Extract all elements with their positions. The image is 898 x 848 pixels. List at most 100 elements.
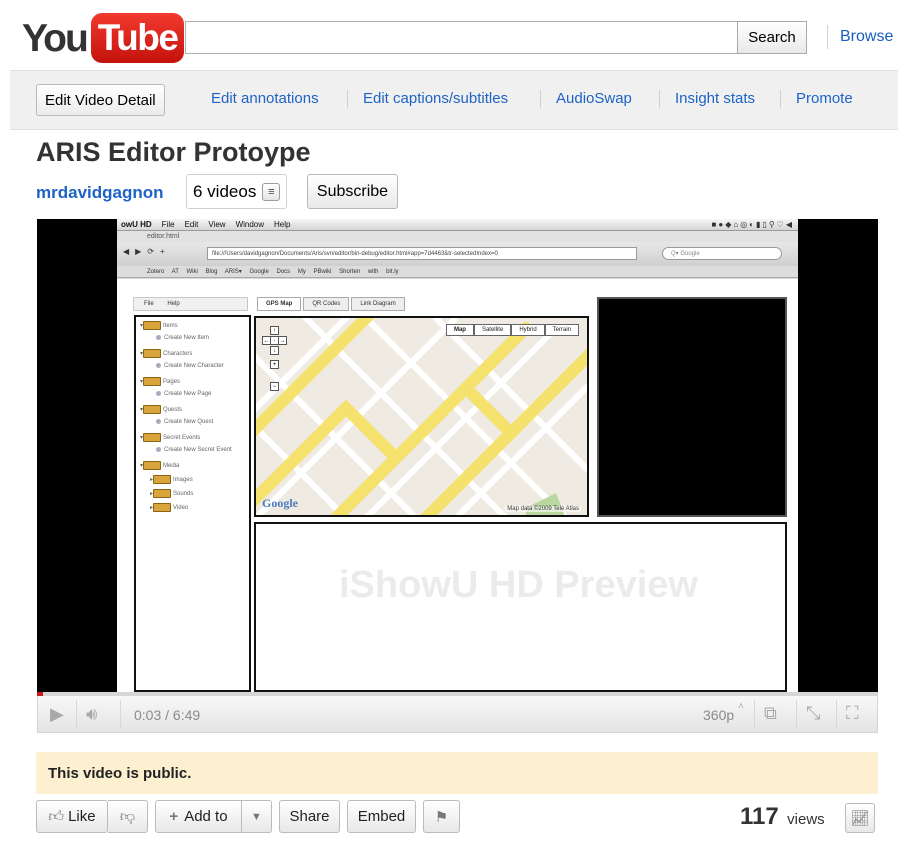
flag-button[interactable]: ⚑ xyxy=(423,800,460,833)
expand-player-icon[interactable]: ⤡ xyxy=(806,704,820,722)
flag-icon: ⚑ xyxy=(434,808,449,826)
chart-icon: 📈︎ xyxy=(850,810,870,827)
item-icon xyxy=(156,363,161,368)
folder-icon xyxy=(143,461,162,470)
tree-subfolder: ▸ Video xyxy=(150,503,188,512)
header-divider xyxy=(827,25,828,49)
public-notice-banner: This video is public. xyxy=(36,752,878,794)
tree-folder: ▾ Items xyxy=(140,321,178,330)
youtube-watch-page: You Tube Search Browse Edit Video Detail… xyxy=(0,0,898,848)
embed-button[interactable]: Embed xyxy=(347,800,416,833)
tree-folder: ▾ Secret Events xyxy=(140,433,200,442)
audioswap-link[interactable]: AudioSwap xyxy=(556,90,632,107)
menubar-item: Help xyxy=(274,220,291,229)
tree-folder: ▾ Characters xyxy=(140,349,192,358)
map-credit: Map data ©2009 Tele Atlas xyxy=(505,506,581,512)
pan-right-icon: → xyxy=(278,336,287,345)
aris-editor-app: File Help ▾ Items Create New Item ▾ Charac… xyxy=(117,279,798,692)
browser-nav-icons: ◀▶⟳+ xyxy=(123,247,171,256)
item-icon xyxy=(156,335,161,340)
volume-icon[interactable]: 🔊︎ xyxy=(86,705,97,723)
controls-divider xyxy=(76,700,77,728)
add-to-label: Add to xyxy=(184,808,228,825)
play-icon[interactable]: ▶ xyxy=(50,705,64,723)
thumbs-up-icon: 👍︎ xyxy=(48,807,65,825)
stats-button[interactable]: 📈︎ xyxy=(845,803,875,833)
controls-divider xyxy=(754,700,755,728)
quality-selector[interactable]: 360p xyxy=(703,707,734,723)
share-button[interactable]: Share xyxy=(279,800,340,833)
channel-link[interactable]: mrdavidgagnon xyxy=(36,183,164,203)
map-streets-graphic xyxy=(256,318,587,515)
google-logo: Google xyxy=(262,496,298,510)
like-label: Like xyxy=(68,808,96,825)
popout-icon[interactable]: ⧉ xyxy=(764,704,777,722)
tree-folder: ▾ Pages xyxy=(140,377,180,386)
add-to-dropdown-button[interactable]: ▼ xyxy=(242,800,272,833)
controls-divider xyxy=(120,700,121,728)
folder-icon xyxy=(143,349,162,358)
owner-bar-divider xyxy=(540,90,541,108)
dislike-button[interactable]: 👎︎ xyxy=(108,800,148,833)
browse-link[interactable]: Browse xyxy=(840,28,893,46)
zoom-in-icon: + xyxy=(270,360,279,369)
video-player[interactable]: owU HD File Edit View Window Help ■●◆⌂◎◐… xyxy=(37,219,878,692)
map-type-map: Map xyxy=(445,324,474,336)
controls-divider xyxy=(836,700,837,728)
menubar-item: Edit xyxy=(184,220,199,229)
videos-count-dropdown[interactable]: 6 videos ≡ xyxy=(186,174,288,209)
owner-bar-divider xyxy=(347,90,348,108)
chevron-down-icon: ≡ xyxy=(262,182,281,201)
video-title: ARIS Editor Protoype xyxy=(36,137,311,167)
video-frame: owU HD File Edit View Window Help ■●◆⌂◎◐… xyxy=(117,219,798,692)
folder-icon xyxy=(143,405,162,414)
folder-icon xyxy=(153,475,172,484)
menubar-status-icons: ■●◆⌂◎◐▮▯⚲♡◀ xyxy=(711,220,794,229)
browser-search-field: Q▾ Google xyxy=(662,247,782,260)
view-count: 117 views xyxy=(740,803,825,831)
folder-icon xyxy=(143,321,162,330)
zoom-out-icon: − xyxy=(270,382,279,391)
thumbs-down-icon: 👎︎ xyxy=(119,807,136,825)
folder-icon xyxy=(143,433,162,442)
youtube-logo[interactable]: You Tube xyxy=(22,12,185,64)
pan-down-icon: ↓ xyxy=(270,346,279,355)
videos-count-label: 6 videos xyxy=(193,181,257,201)
browser-url-field: file:///Users/davidgagnon/Documents/Aris… xyxy=(207,247,637,260)
edit-captions-link[interactable]: Edit captions/subtitles xyxy=(363,90,508,107)
tree-item: Create New Item xyxy=(156,335,209,341)
subscribe-button[interactable]: Subscribe xyxy=(307,174,398,209)
tree-item: Create New Character xyxy=(156,363,224,369)
plus-icon: + xyxy=(169,808,179,825)
fullscreen-icon[interactable]: ⛶ xyxy=(846,704,859,722)
pan-up-icon: ↑ xyxy=(270,326,279,335)
insight-stats-link[interactable]: Insight stats xyxy=(675,90,755,107)
search-input[interactable] xyxy=(185,21,737,54)
owner-bar-divider xyxy=(780,90,781,108)
mac-menubar: owU HD File Edit View Window Help ■●◆⌂◎◐… xyxy=(117,219,798,231)
menubar-item: Window xyxy=(235,220,265,229)
owner-bar-divider xyxy=(659,90,660,108)
tab-gps-map: GPS Map xyxy=(257,297,302,311)
item-icon xyxy=(156,419,161,424)
item-icon xyxy=(156,447,161,452)
editor-detail-panel xyxy=(254,522,787,692)
map-type-buttons: Map Satellite Hybrid Terrain xyxy=(445,324,579,336)
tree-folder: ▾ Media xyxy=(140,461,179,470)
search-button[interactable]: Search xyxy=(737,21,807,54)
map-tabs: GPS Map QR Codes Link Diagram xyxy=(257,297,405,311)
promote-link[interactable]: Promote xyxy=(796,90,853,107)
tree-folder: ▾ Quests xyxy=(140,405,182,414)
add-to-button[interactable]: + Add to xyxy=(155,800,242,833)
edit-video-detail-button[interactable]: Edit Video Detail xyxy=(36,84,165,116)
chevron-down-icon: ▼ xyxy=(251,810,262,823)
browser-toolbar: ◀▶⟳+ file:///Users/davidgagnon/Documents… xyxy=(117,242,798,266)
folder-icon xyxy=(153,503,172,512)
edit-annotations-link[interactable]: Edit annotations xyxy=(211,90,319,107)
like-button[interactable]: 👍︎ Like xyxy=(36,800,108,833)
public-notice-text: This video is public. xyxy=(48,765,192,782)
object-tree-panel: ▾ Items Create New Item ▾ Characters Creat… xyxy=(134,315,251,692)
tree-subfolder: ▸ Sounds xyxy=(150,489,193,498)
player-controls: ▶ 🔊︎ 0:03 / 6:49 360p ˄ ⧉ ⤡ ⛶ xyxy=(37,696,878,733)
item-icon xyxy=(156,391,161,396)
